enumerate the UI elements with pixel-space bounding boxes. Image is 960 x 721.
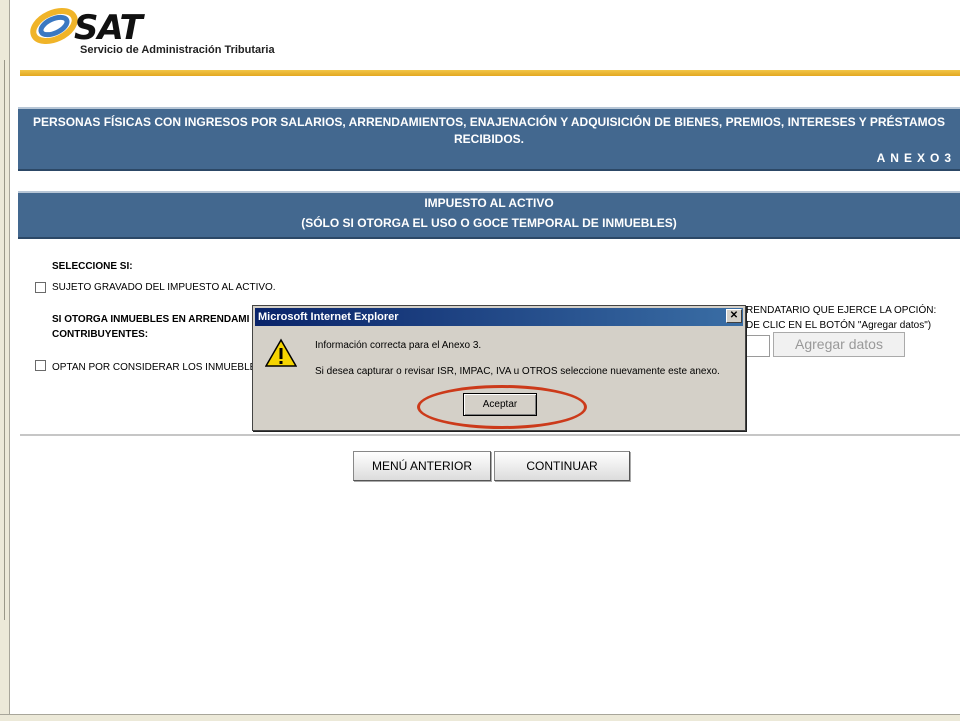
aceptar-button[interactable]: Aceptar xyxy=(463,393,537,416)
sat-logo: SAT Servicio de Administración Tributari… xyxy=(28,4,308,60)
impac-subtitle: (SÓLO SI OTORGA EL USO O GOCE TEMPORAL D… xyxy=(301,216,677,230)
menu-anterior-button[interactable]: MENÚ ANTERIOR xyxy=(353,451,491,481)
checkbox-optan[interactable] xyxy=(35,360,46,371)
dialog-titlebar[interactable]: Microsoft Internet Explorer xyxy=(255,308,743,326)
dialog-message-1: Información correcta para el Anexo 3. xyxy=(315,340,482,351)
option-optan: OPTAN POR CONSIDERAR LOS INMUEBLES xyxy=(52,362,263,373)
question-line-1: SI OTORGA INMUEBLES EN ARRENDAMI xyxy=(52,314,250,325)
banner-title: PERSONAS FÍSICAS CON INGRESOS POR SALARI… xyxy=(33,115,945,146)
window-left-frame xyxy=(0,0,10,720)
option-sujeto-gravado: SUJETO GRAVADO DEL IMPUESTO AL ACTIVO. xyxy=(52,282,276,293)
continuar-button[interactable]: CONTINUAR xyxy=(494,451,630,481)
right-text-line-1: RENDATARIO QUE EJERCE LA OPCIÓN: xyxy=(746,305,937,316)
agregar-datos-button[interactable]: Agregar datos xyxy=(773,332,905,357)
question-line-2: CONTRIBUYENTES: xyxy=(52,329,149,340)
warning-icon xyxy=(265,338,297,367)
alert-dialog: Microsoft Internet Explorer ✕ Informació… xyxy=(252,305,746,431)
divider xyxy=(20,434,960,436)
right-text-line-2: DE CLIC EN EL BOTÓN "Agregar datos") xyxy=(746,320,932,331)
impac-banner: IMPUESTO AL ACTIVO (SÓLO SI OTORGA EL US… xyxy=(18,191,960,239)
close-icon[interactable]: ✕ xyxy=(726,309,742,323)
checkbox-sujeto-gravado[interactable] xyxy=(35,282,46,293)
impac-title: IMPUESTO AL ACTIVO xyxy=(424,196,554,210)
header-gold-line xyxy=(20,70,960,76)
anexo-label: ANEXO3 xyxy=(876,151,956,165)
dialog-message-2: Si desea capturar o revisar ISR, IMPAC, … xyxy=(315,366,720,377)
logo-tagline: Servicio de Administración Tributaria xyxy=(80,44,275,56)
data-field[interactable] xyxy=(746,335,770,357)
select-label: SELECCIONE SI: xyxy=(52,261,133,272)
logo-brand: SAT xyxy=(74,8,143,48)
section-banner: PERSONAS FÍSICAS CON INGRESOS POR SALARI… xyxy=(18,107,960,171)
